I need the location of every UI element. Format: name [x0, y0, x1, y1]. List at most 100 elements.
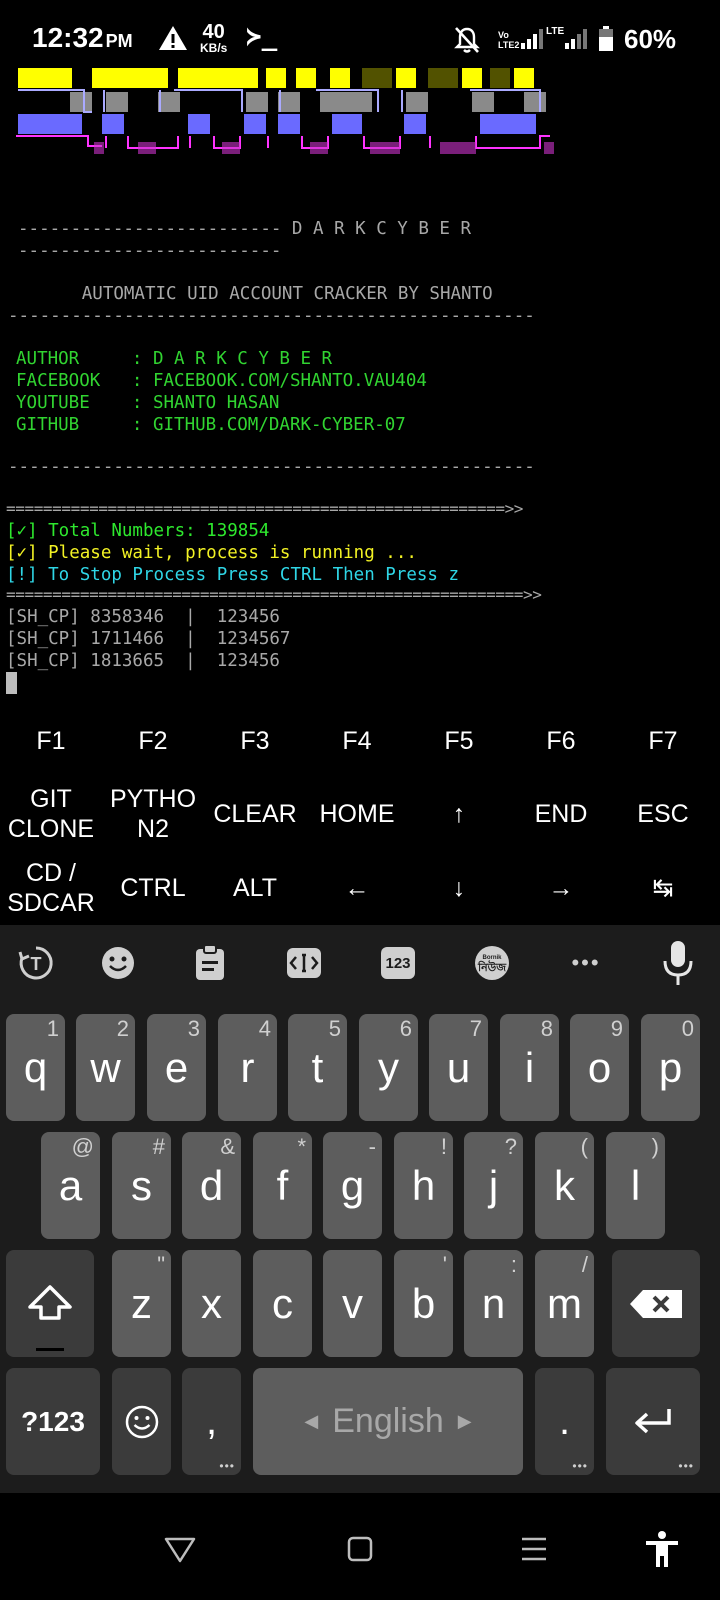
- key-u[interactable]: u7: [429, 1014, 488, 1121]
- key-w[interactable]: w2: [76, 1014, 135, 1121]
- key-d[interactable]: d &: [182, 1132, 241, 1239]
- recents-icon[interactable]: [514, 1529, 554, 1569]
- status-process-running: [✓] Please wait, process is running ...: [6, 543, 417, 563]
- key-hint: @: [71, 1134, 94, 1159]
- key-hint: ': [442, 1252, 447, 1277]
- key-home[interactable]: HOME: [306, 779, 408, 849]
- info-value: : FACEBOOK.COM/SHANTO.VAU404: [131, 371, 427, 391]
- emoji-icon[interactable]: [98, 943, 138, 983]
- translate-icon[interactable]: T: [16, 943, 56, 983]
- key-hint: 3: [187, 1016, 200, 1041]
- key-python2[interactable]: PYTHON2: [102, 779, 204, 849]
- key-letter: j: [488, 1161, 499, 1209]
- key-arrow-up[interactable]: ↑: [408, 779, 510, 849]
- language-news-icon[interactable]: Bornik নিউজ: [472, 943, 512, 983]
- status-total-numbers: [✓] Total Numbers: 139854: [6, 521, 270, 541]
- key-p[interactable]: p0: [641, 1014, 700, 1121]
- key-x[interactable]: x: [182, 1250, 241, 1357]
- terminal-output[interactable]: ------------------------- D A R K C Y B …: [0, 64, 720, 704]
- key-ctrl[interactable]: CTRL: [102, 855, 204, 921]
- clock-time: 12:32: [32, 22, 104, 53]
- language-prev-icon: ◀: [304, 1411, 319, 1431]
- key-g[interactable]: g-: [323, 1132, 382, 1239]
- key-arrow-down[interactable]: ↓: [408, 855, 510, 921]
- key-q[interactable]: q1: [6, 1014, 65, 1121]
- key-n[interactable]: n:: [464, 1250, 523, 1357]
- numbers-icon[interactable]: 123: [378, 943, 418, 983]
- key-l[interactable]: l): [606, 1132, 665, 1239]
- key-hint: 0: [681, 1016, 694, 1041]
- key-h[interactable]: h!: [394, 1132, 453, 1239]
- key-b[interactable]: b ': [394, 1250, 453, 1357]
- symbols-key[interactable]: ?123: [6, 1368, 100, 1475]
- key-r[interactable]: r4: [218, 1014, 277, 1121]
- key-f7[interactable]: F7: [612, 719, 714, 763]
- more-dots: •••: [219, 1459, 235, 1473]
- key-o[interactable]: o9: [570, 1014, 629, 1121]
- backspace-icon: [630, 1289, 682, 1318]
- key-f6[interactable]: F6: [510, 719, 612, 763]
- key-f3[interactable]: F3: [204, 719, 306, 763]
- result-line: [SH_CP] 1711466 | 1234567: [6, 629, 291, 649]
- comma-key[interactable]: , •••: [182, 1368, 241, 1475]
- separator-line: ----------------------------------------…: [8, 457, 535, 477]
- key-letter: v: [342, 1279, 363, 1327]
- key-cd-sdcard[interactable]: CD / SDCAR: [0, 855, 102, 921]
- result-line: [SH_CP] 8358346 | 123456: [6, 607, 280, 627]
- key-j[interactable]: j?: [464, 1132, 523, 1239]
- key-tab[interactable]: ↹: [612, 855, 714, 921]
- key-t[interactable]: t5: [288, 1014, 347, 1121]
- soft-keyboard: T 123 Bornik নিউজ ••• q1 w2 e3 r4 t5 y6: [0, 925, 720, 1493]
- key-z[interactable]: z ": [112, 1250, 171, 1357]
- key-git-clone[interactable]: GIT CLONE: [0, 779, 102, 849]
- key-hint: -: [368, 1134, 376, 1159]
- brand-line: ------------------------- D A R K C Y B …: [18, 219, 472, 239]
- accessibility-icon[interactable]: [642, 1529, 682, 1569]
- shift-key[interactable]: [6, 1250, 94, 1357]
- key-i[interactable]: i8: [500, 1014, 559, 1121]
- key-m[interactable]: m /: [535, 1250, 594, 1357]
- key-end[interactable]: END: [510, 779, 612, 849]
- clock: 12:32 PM: [32, 22, 133, 54]
- rule-line: ========================================…: [6, 585, 542, 604]
- key-hint: :: [510, 1252, 517, 1277]
- key-k[interactable]: k(: [535, 1132, 594, 1239]
- key-letter: u: [446, 1043, 471, 1091]
- key-s[interactable]: s #: [112, 1132, 171, 1239]
- key-f4[interactable]: F4: [306, 719, 408, 763]
- key-hint: 9: [610, 1016, 623, 1041]
- key-f5[interactable]: F5: [408, 719, 510, 763]
- key-arrow-right[interactable]: →: [510, 855, 612, 921]
- more-options-icon[interactable]: •••: [566, 943, 606, 983]
- space-key[interactable]: ◀ English ▶: [253, 1368, 523, 1475]
- key-a[interactable]: a @: [41, 1132, 100, 1239]
- key-f1[interactable]: F1: [0, 719, 102, 763]
- key-letter: e: [164, 1043, 189, 1091]
- info-line: FACEBOOK : FACEBOOK.COM/SHANTO.VAU404: [16, 370, 427, 392]
- key-esc[interactable]: ESC: [612, 779, 714, 849]
- key-e[interactable]: e3: [147, 1014, 206, 1121]
- key-clear[interactable]: CLEAR: [204, 779, 306, 849]
- key-f[interactable]: f *: [253, 1132, 312, 1239]
- keyboard-toolbar: T 123 Bornik নিউজ •••: [0, 925, 720, 1005]
- key-v[interactable]: v: [323, 1250, 382, 1357]
- key-y[interactable]: y6: [359, 1014, 418, 1121]
- key-c[interactable]: c: [253, 1250, 312, 1357]
- key-letter: p: [658, 1043, 683, 1091]
- back-icon[interactable]: [160, 1529, 200, 1569]
- emoji-key[interactable]: [112, 1368, 171, 1475]
- period-key[interactable]: . •••: [535, 1368, 594, 1475]
- key-f2[interactable]: F2: [102, 719, 204, 763]
- battery-icon: [599, 26, 613, 51]
- key-letter: q: [23, 1043, 48, 1091]
- enter-key[interactable]: •••: [606, 1368, 700, 1475]
- microphone-icon[interactable]: [658, 941, 698, 985]
- network-speed-value: 40: [202, 21, 225, 43]
- clipboard-icon[interactable]: [190, 943, 230, 983]
- key-alt[interactable]: ALT: [204, 855, 306, 921]
- key-arrow-left[interactable]: ←: [306, 855, 408, 921]
- backspace-key[interactable]: [612, 1250, 700, 1357]
- home-icon[interactable]: [340, 1529, 380, 1569]
- key-letter: w: [90, 1043, 121, 1091]
- text-editing-icon[interactable]: [284, 943, 324, 983]
